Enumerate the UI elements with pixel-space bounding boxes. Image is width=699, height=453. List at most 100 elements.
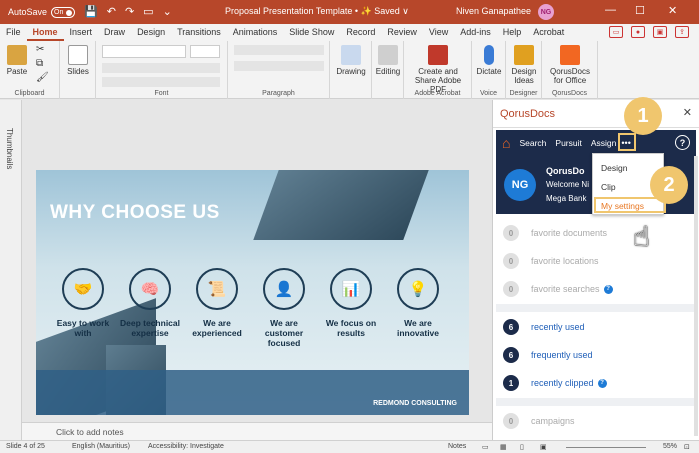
pane-close-icon[interactable]: ✕ bbox=[683, 106, 692, 119]
create-pdf-button[interactable]: Create and Share Adobe PDF bbox=[408, 45, 468, 94]
list-item-frequently-used[interactable]: 6 frequently used bbox=[503, 345, 593, 365]
close-icon[interactable]: ✕ bbox=[668, 4, 677, 17]
group-drawing: Drawing bbox=[330, 41, 372, 99]
tab-design[interactable]: Design bbox=[131, 24, 171, 41]
status-bar: Slide 4 of 25 English (Mauritius) Access… bbox=[0, 440, 699, 453]
fit-to-window-icon[interactable]: ⊡ bbox=[684, 443, 690, 451]
language-status[interactable]: English (Mauritius) bbox=[72, 443, 130, 450]
editing-button[interactable]: Editing bbox=[374, 45, 402, 76]
pane-header: QorusDocs ✕ bbox=[493, 100, 699, 128]
group-clipboard: Paste ✂ ⧉ 🖌 Clipboard bbox=[0, 41, 60, 99]
list-item-favorite-documents[interactable]: 0 favorite documents bbox=[503, 223, 607, 243]
group-editing: Editing bbox=[372, 41, 404, 99]
benefit-experienced[interactable]: 📜 We are experienced bbox=[184, 268, 250, 338]
share-icon[interactable]: ⇪ bbox=[675, 26, 689, 38]
list-item-recently-clipped[interactable]: 1 recently clipped ? bbox=[503, 373, 607, 393]
present-icon[interactable]: ▭ bbox=[143, 6, 153, 18]
tab-slide-show[interactable]: Slide Show bbox=[283, 24, 340, 41]
undo-icon[interactable]: ↶ bbox=[107, 6, 116, 18]
minimize-icon[interactable]: — bbox=[605, 4, 616, 16]
font-size-input[interactable] bbox=[190, 45, 220, 58]
slides-label: Slides bbox=[67, 67, 89, 76]
copy-icon[interactable]: ⧉ bbox=[36, 59, 43, 69]
font-style-buttons[interactable] bbox=[102, 63, 220, 73]
zoom-slider[interactable] bbox=[566, 447, 646, 448]
present-button-icon[interactable]: ▣ bbox=[653, 26, 667, 38]
help-icon[interactable]: ? bbox=[675, 135, 690, 150]
tab-help[interactable]: Help bbox=[497, 24, 528, 41]
help-icon[interactable]: ? bbox=[597, 378, 607, 388]
drawing-button[interactable]: Drawing bbox=[334, 45, 368, 76]
list-item-campaigns[interactable]: 0 campaigns bbox=[503, 411, 575, 431]
zoom-level[interactable]: 55% bbox=[663, 443, 677, 450]
format-painter-icon[interactable]: 🖌 bbox=[36, 73, 49, 83]
design-ideas-icon bbox=[514, 45, 534, 65]
comments-icon[interactable]: ▭ bbox=[609, 26, 623, 38]
customize-icon[interactable]: ⌄ bbox=[163, 6, 172, 18]
benefit-results[interactable]: 📊 We focus on results bbox=[318, 268, 384, 338]
tab-draw[interactable]: Draw bbox=[98, 24, 131, 41]
slide[interactable]: WHY CHOOSE US 🤝 Easy to work with 🧠 Deep… bbox=[36, 170, 469, 415]
tab-file[interactable]: File bbox=[0, 24, 27, 41]
qorusdocs-group-label: QorusDocs bbox=[551, 90, 587, 97]
tab-home[interactable]: Home bbox=[26, 24, 64, 41]
dictate-button[interactable]: Dictate bbox=[475, 45, 503, 76]
tab-acrobat[interactable]: Acrobat bbox=[527, 24, 570, 41]
nav-assign[interactable]: Assign bbox=[591, 138, 617, 148]
list-item-recently-used[interactable]: 6 recently used bbox=[503, 317, 585, 337]
align-buttons[interactable] bbox=[234, 61, 324, 71]
record-icon[interactable]: ● bbox=[631, 26, 645, 38]
save-icon[interactable]: 💾 bbox=[84, 6, 98, 18]
tab-view[interactable]: View bbox=[423, 24, 454, 41]
tab-insert[interactable]: Insert bbox=[64, 24, 99, 41]
slide-counter[interactable]: Slide 4 of 25 bbox=[6, 443, 45, 450]
benefit-label: We focus on results bbox=[325, 318, 377, 338]
font-name-input[interactable] bbox=[102, 45, 186, 58]
tab-review[interactable]: Review bbox=[381, 24, 423, 41]
benefit-technical-expertise[interactable]: 🧠 Deep technical expertise bbox=[117, 268, 183, 338]
cut-icon[interactable]: ✂ bbox=[36, 45, 44, 55]
slideshow-icon[interactable]: ▣ bbox=[540, 443, 547, 451]
document-title[interactable]: Proposal Presentation Template • ✨ Saved… bbox=[225, 6, 409, 17]
thumbnails-label[interactable]: Thumbnails bbox=[5, 128, 14, 169]
tab-record[interactable]: Record bbox=[340, 24, 381, 41]
list-buttons[interactable] bbox=[234, 45, 324, 55]
notes-pane[interactable]: Click to add notes bbox=[22, 422, 492, 440]
maximize-icon[interactable]: ☐ bbox=[635, 4, 645, 17]
tab-animations[interactable]: Animations bbox=[227, 24, 284, 41]
help-icon[interactable]: ? bbox=[603, 284, 613, 294]
title-bar: AutoSave On 💾 ↶ ↷ ▭ ⌄ Proposal Presentat… bbox=[0, 0, 699, 24]
notes-toggle[interactable]: Notes bbox=[448, 443, 466, 450]
building-top-image bbox=[253, 170, 429, 240]
list-item-favorite-locations[interactable]: 0 favorite locations bbox=[503, 251, 599, 271]
font-color-buttons[interactable] bbox=[102, 77, 220, 87]
benefit-customer-focused[interactable]: 👤 We are customer focused bbox=[251, 268, 317, 348]
tab-transitions[interactable]: Transitions bbox=[171, 24, 227, 41]
client-name: Mega Bank bbox=[546, 194, 587, 203]
design-ideas-button[interactable]: Design Ideas bbox=[509, 45, 539, 85]
benefit-label: Easy to work with bbox=[56, 318, 110, 338]
section-divider bbox=[496, 304, 696, 312]
qorusdocs-button[interactable]: QorusDocs for Office bbox=[546, 45, 594, 85]
pane-scrollbar[interactable] bbox=[694, 156, 698, 436]
slides-button[interactable]: Slides bbox=[65, 45, 91, 76]
tab-add-ins[interactable]: Add-ins bbox=[454, 24, 497, 41]
user-name[interactable]: Niven Ganapathee bbox=[456, 6, 531, 16]
accessibility-status[interactable]: Accessibility: Investigate bbox=[148, 443, 224, 450]
list-item-favorite-searches[interactable]: 0 favorite searches ? bbox=[503, 279, 613, 299]
redo-icon[interactable]: ↷ bbox=[125, 6, 134, 18]
user-avatar[interactable]: NG bbox=[538, 4, 554, 20]
benefit-easy-to-work-with[interactable]: 🤝 Easy to work with bbox=[50, 268, 116, 338]
benefit-innovative[interactable]: 💡 We are innovative bbox=[385, 268, 451, 338]
nav-search[interactable]: Search bbox=[519, 138, 546, 148]
home-icon[interactable]: ⌂ bbox=[502, 135, 510, 151]
menu-item-design[interactable]: Design bbox=[601, 163, 627, 173]
view-reading-icon[interactable]: ▯ bbox=[520, 443, 524, 451]
view-sorter-icon[interactable]: ▦ bbox=[500, 443, 507, 451]
view-normal-icon[interactable]: ▭ bbox=[482, 443, 489, 451]
menu-item-clip[interactable]: Clip bbox=[601, 182, 616, 192]
autosave-toggle[interactable]: On bbox=[51, 6, 76, 18]
nav-pursuit[interactable]: Pursuit bbox=[555, 138, 581, 148]
slide-title[interactable]: WHY CHOOSE US bbox=[50, 202, 220, 224]
paste-button[interactable]: Paste bbox=[4, 45, 30, 76]
